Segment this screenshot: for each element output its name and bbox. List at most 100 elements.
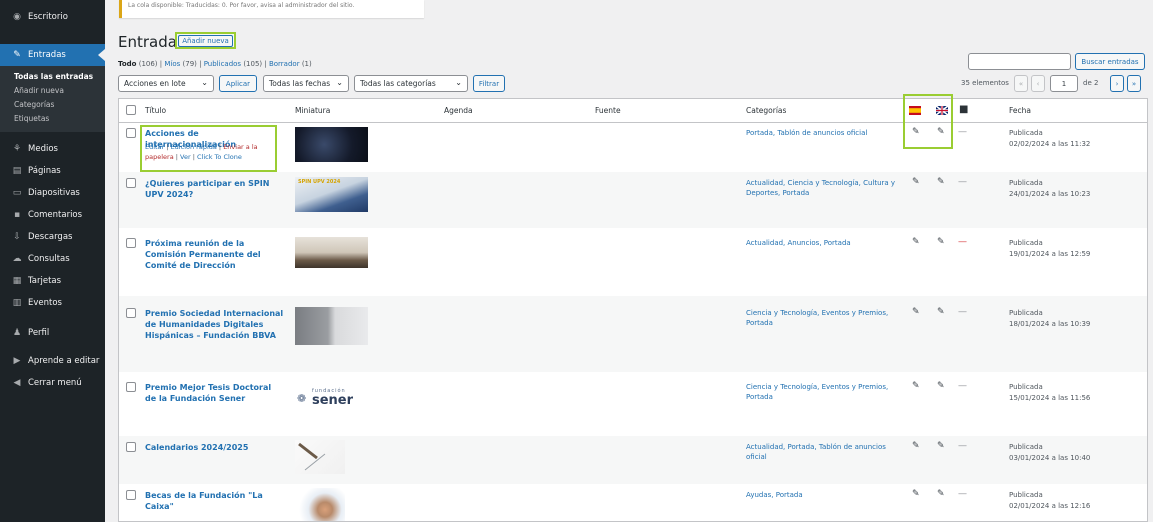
prev-page-button[interactable]: ‹ [1031, 75, 1045, 92]
post-thumbnail[interactable] [295, 237, 368, 268]
no-comments-dash: — [958, 441, 967, 451]
menu-cerrar-menu[interactable]: ◀ Cerrar menú [0, 372, 105, 394]
chevron-down-icon: ⌄ [336, 78, 343, 87]
table-row: Becas de la Fundación "La Caixa" Ayudas,… [119, 484, 1147, 521]
sener-logo-icon: ❁ [297, 392, 307, 405]
collapse-icon: ◀ [13, 378, 21, 388]
edit-en-icon[interactable]: ✎ [937, 441, 945, 451]
post-categories[interactable]: Actualidad, Anuncios, Portada [746, 238, 896, 248]
edit-es-icon[interactable]: ✎ [912, 489, 920, 499]
edit-es-icon[interactable]: ✎ [912, 237, 920, 247]
menu-comentarios[interactable]: ▪ Comentarios [0, 204, 105, 226]
edit-es-icon[interactable]: ✎ [912, 177, 920, 187]
submenu-anadir-nueva[interactable]: Añadir nueva [0, 84, 105, 98]
table-header: Título Miniatura Agenda Fuente Categoría… [119, 99, 1147, 123]
post-categories[interactable]: Ciencia y Tecnología, Eventos y Premios,… [746, 308, 901, 328]
edit-en-icon[interactable]: ✎ [937, 177, 945, 187]
post-datetime: 02/02/2024 a las 11:32 [1009, 140, 1091, 148]
dates-select[interactable]: Todas las fechas ⌄ [263, 75, 349, 92]
menu-perfil[interactable]: ♟ Perfil [0, 322, 105, 344]
apply-button[interactable]: Aplicar [219, 75, 257, 92]
post-datetime: 03/01/2024 a las 10:40 [1009, 454, 1091, 462]
col-title[interactable]: Título [145, 106, 166, 115]
select-all-checkbox[interactable] [126, 105, 136, 115]
menu-medios[interactable]: ⚘ Medios [0, 138, 105, 160]
edit-en-icon[interactable]: ✎ [937, 381, 945, 391]
post-categories[interactable]: Ayudas, Portada [746, 490, 896, 500]
cards-icon: ▦ [12, 276, 22, 286]
row-checkbox[interactable] [126, 382, 136, 392]
user-icon: ♟ [12, 328, 22, 338]
categories-select[interactable]: Todas las categorías ⌄ [354, 75, 468, 92]
post-thumbnail[interactable] [295, 488, 345, 521]
row-checkbox[interactable] [126, 490, 136, 500]
menu-escritorio[interactable]: ◉ Escritorio [0, 6, 105, 28]
status-filters: Todo (106) | Míos (79) | Publicados (105… [118, 60, 312, 68]
col-date[interactable]: Fecha [1009, 106, 1031, 115]
row-checkbox[interactable] [126, 128, 136, 138]
post-datetime: 02/01/2024 a las 12:16 [1009, 502, 1091, 510]
last-page-button[interactable]: » [1127, 75, 1141, 92]
post-thumbnail[interactable]: ❁ fundación sener [295, 382, 368, 417]
edit-es-icon[interactable]: ✎ [912, 307, 920, 317]
posts-table: Título Miniatura Agenda Fuente Categoría… [118, 98, 1148, 522]
menu-eventos[interactable]: ▥ Eventos [0, 292, 105, 314]
post-date: Publicada 19/01/2024 a las 12:59 [1009, 238, 1090, 260]
filter-published[interactable]: Publicados [204, 60, 241, 68]
row-checkbox[interactable] [126, 442, 136, 452]
row-checkbox[interactable] [126, 308, 136, 318]
edit-es-icon[interactable]: ✎ [912, 381, 920, 391]
post-title-link[interactable]: ¿Quieres participar en SPIN UPV 2024? [145, 178, 280, 200]
filter-button[interactable]: Filtrar [473, 75, 505, 92]
menu-tarjetas[interactable]: ▦ Tarjetas [0, 270, 105, 292]
menu-consultas[interactable]: ☁ Consultas [0, 248, 105, 270]
edit-en-icon[interactable]: ✎ [937, 127, 945, 137]
edit-en-icon[interactable]: ✎ [937, 307, 945, 317]
bulk-actions-select[interactable]: Acciones en lote ⌄ [118, 75, 214, 92]
menu-label: Escritorio [28, 12, 68, 22]
clone-link[interactable]: Click To Clone [197, 153, 242, 161]
menu-paginas[interactable]: ▤ Páginas [0, 160, 105, 182]
post-thumbnail[interactable] [295, 440, 345, 474]
filter-draft[interactable]: Borrador [269, 60, 300, 68]
edit-es-icon[interactable]: ✎ [912, 441, 920, 451]
submenu-todas-las-entradas[interactable]: Todas las entradas [0, 70, 105, 84]
quick-edit-link[interactable]: Edición rápida [171, 143, 217, 151]
menu-diapositivas[interactable]: ▭ Diapositivas [0, 182, 105, 204]
search-button[interactable]: Buscar entradas [1075, 53, 1145, 70]
post-title-link[interactable]: Premio Mejor Tesis Doctoral de la Fundac… [145, 382, 280, 404]
row-checkbox[interactable] [126, 178, 136, 188]
post-thumbnail[interactable]: SPIN UPV 2024 [295, 177, 368, 212]
post-title-link[interactable]: Premio Sociedad Internacional de Humanid… [145, 308, 285, 341]
submenu-categorias[interactable]: Categorías [0, 98, 105, 112]
edit-es-icon[interactable]: ✎ [912, 127, 920, 137]
post-categories[interactable]: Actualidad, Ciencia y Tecnología, Cultur… [746, 178, 901, 198]
post-title-link[interactable]: Próxima reunión de la Comisión Permanent… [145, 238, 275, 271]
filter-all[interactable]: Todo [118, 60, 136, 68]
menu-label: Entradas [28, 50, 66, 60]
edit-en-icon[interactable]: ✎ [937, 237, 945, 247]
first-page-button[interactable]: « [1014, 75, 1028, 92]
next-page-button[interactable]: › [1110, 75, 1124, 92]
submenu-etiquetas[interactable]: Etiquetas [0, 112, 105, 126]
post-categories[interactable]: Portada, Tablón de anuncios oficial [746, 128, 896, 138]
edit-en-icon[interactable]: ✎ [937, 489, 945, 499]
pin-icon: ✎ [13, 50, 21, 60]
filter-mine[interactable]: Míos [164, 60, 180, 68]
menu-aprende-a-editar[interactable]: ▶ Aprende a editar [0, 350, 105, 372]
search-input[interactable] [968, 53, 1071, 70]
post-title-link[interactable]: Becas de la Fundación "La Caixa" [145, 490, 290, 512]
post-categories[interactable]: Ciencia y Tecnología, Eventos y Premios,… [746, 382, 901, 402]
menu-descargas[interactable]: ⇩ Descargas [0, 226, 105, 248]
edit-link[interactable]: Editar [145, 143, 164, 151]
post-thumbnail[interactable] [295, 307, 368, 345]
row-checkbox[interactable] [126, 238, 136, 248]
menu-entradas[interactable]: ✎ Entradas [0, 44, 105, 66]
post-thumbnail[interactable] [295, 127, 368, 162]
add-new-button[interactable]: Añadir nueva [178, 34, 233, 47]
current-page-input[interactable]: 1 [1050, 75, 1078, 92]
post-title-link[interactable]: Calendarios 2024/2025 [145, 442, 280, 453]
add-new-button-highlight[interactable]: Añadir nueva [175, 32, 236, 49]
post-categories[interactable]: Actualidad, Portada, Tablón de anuncios … [746, 442, 901, 462]
view-link[interactable]: Ver [180, 153, 191, 161]
